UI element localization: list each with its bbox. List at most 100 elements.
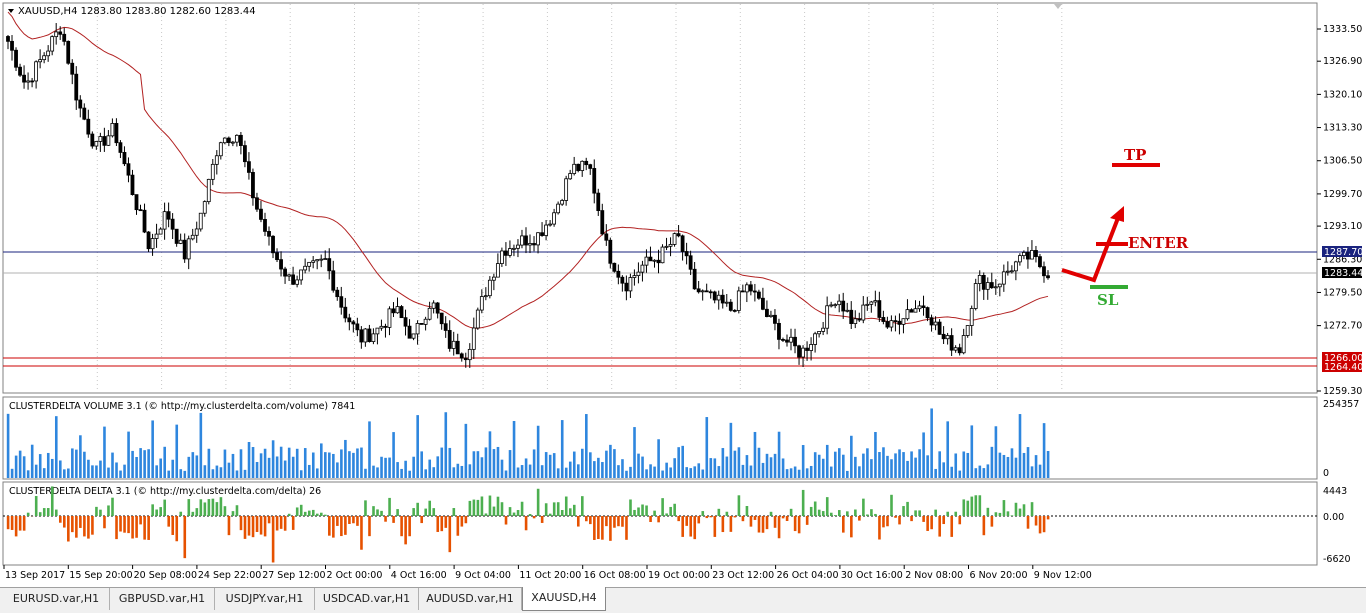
delta-bar (898, 516, 901, 524)
volume-bar (23, 456, 26, 478)
delta-bar (822, 511, 825, 516)
volume-bar (629, 467, 632, 478)
candle-body (625, 283, 628, 291)
volume-bar (336, 462, 339, 478)
candle-body (958, 348, 961, 353)
delta-bar (461, 516, 464, 527)
delta-bar (228, 516, 231, 535)
candle-body (585, 161, 588, 164)
delta-bar (669, 507, 672, 516)
delta-bar (593, 516, 596, 540)
time-tick-label: 27 Sep 12:00 (262, 570, 325, 581)
delta-bar (810, 507, 813, 516)
delta-bar (782, 516, 785, 518)
delta-bar (641, 504, 644, 516)
candle-body (649, 257, 652, 261)
delta-bar (697, 516, 700, 523)
volume-bar (232, 454, 235, 478)
candle-body (380, 326, 383, 328)
volume-bar (1047, 451, 1050, 478)
delta-bar (738, 495, 741, 516)
volume-bar (320, 443, 323, 478)
time-tick-label: 15 Sep 20:00 (69, 570, 132, 581)
volume-bar (657, 439, 660, 478)
candle-body (617, 271, 620, 277)
volume-bar (131, 451, 134, 478)
tab-eurusd[interactable]: EURUSD.var,H1 (3, 588, 110, 610)
volume-bar (565, 468, 568, 478)
candle-body (464, 358, 467, 360)
volume-bar (882, 447, 885, 478)
tab-usdjpy[interactable]: USDJPY.var,H1 (215, 588, 315, 610)
volume-bar (790, 468, 793, 478)
delta-bar (360, 516, 363, 550)
delta-bar (416, 503, 419, 516)
delta-bar (200, 499, 203, 516)
delta-bar (625, 516, 628, 540)
candle-body (830, 305, 833, 306)
tab-gbpusd[interactable]: GBPUSD.var,H1 (110, 588, 215, 610)
candle-body (63, 34, 66, 41)
tab-label: EURUSD.var,H1 (13, 592, 99, 605)
candle-body (834, 305, 837, 306)
volume-bar (364, 469, 367, 478)
candle-body (613, 263, 616, 271)
candle-body (215, 156, 218, 165)
volume-bar (958, 471, 961, 478)
volume-bar (601, 462, 604, 478)
delta-bar (685, 516, 688, 526)
delta-bar (718, 509, 721, 516)
volume-bar (898, 449, 901, 478)
candle-body (537, 233, 540, 245)
candle-body (211, 164, 214, 179)
candle-body (107, 136, 110, 145)
volume-bar (457, 464, 460, 478)
volume-bar (155, 465, 158, 478)
candle-body (372, 334, 375, 342)
volume-bar (979, 466, 982, 478)
delta-bar (1023, 504, 1026, 516)
chart-area[interactable]: TP ENTER SL XAUUSD,H4 1283.80 1283.80 12… (0, 0, 1366, 587)
volume-bar (489, 431, 492, 478)
volume-bar (553, 453, 556, 478)
tab-audusd[interactable]: AUDUSD.var,H1 (419, 588, 522, 610)
volume-bar (605, 451, 608, 478)
tab-usdcad[interactable]: USDCAD.var,H1 (315, 588, 419, 610)
delta-bar (328, 516, 331, 536)
candle-body (456, 341, 459, 354)
delta-bar (79, 516, 82, 528)
candle-body (870, 302, 873, 304)
volume-bar (59, 460, 62, 478)
delta-bar (316, 514, 319, 516)
volume-bar (340, 449, 343, 478)
candle-body (151, 239, 154, 249)
volume-bar (55, 416, 58, 478)
delta-bar (689, 516, 692, 537)
delta-bar (742, 516, 745, 521)
delta-bar (252, 516, 255, 537)
candle-body (850, 310, 853, 323)
delta-bar (971, 497, 974, 516)
volume-bar (256, 462, 259, 478)
volume-bar (328, 453, 331, 478)
candle-body (199, 213, 202, 229)
candle-body (219, 143, 222, 156)
tab-xauusd[interactable]: XAUUSD,H4 (522, 587, 606, 611)
candle-body (99, 137, 102, 142)
candle-body (777, 323, 780, 339)
delta-bar (119, 516, 122, 532)
delta-bar (645, 505, 648, 516)
volume-bar (718, 466, 721, 478)
candle-body (171, 219, 174, 229)
delta-bar (577, 516, 580, 527)
delta-bar (681, 516, 684, 537)
volume-bar (260, 453, 263, 478)
candle-body (524, 236, 527, 245)
candle-body (749, 285, 752, 291)
candle-body (557, 204, 560, 213)
volume-bar (63, 469, 66, 478)
volume-bar (268, 458, 271, 478)
candle-body (336, 290, 339, 296)
volume-bar (7, 414, 10, 478)
delta-bar (621, 516, 624, 527)
